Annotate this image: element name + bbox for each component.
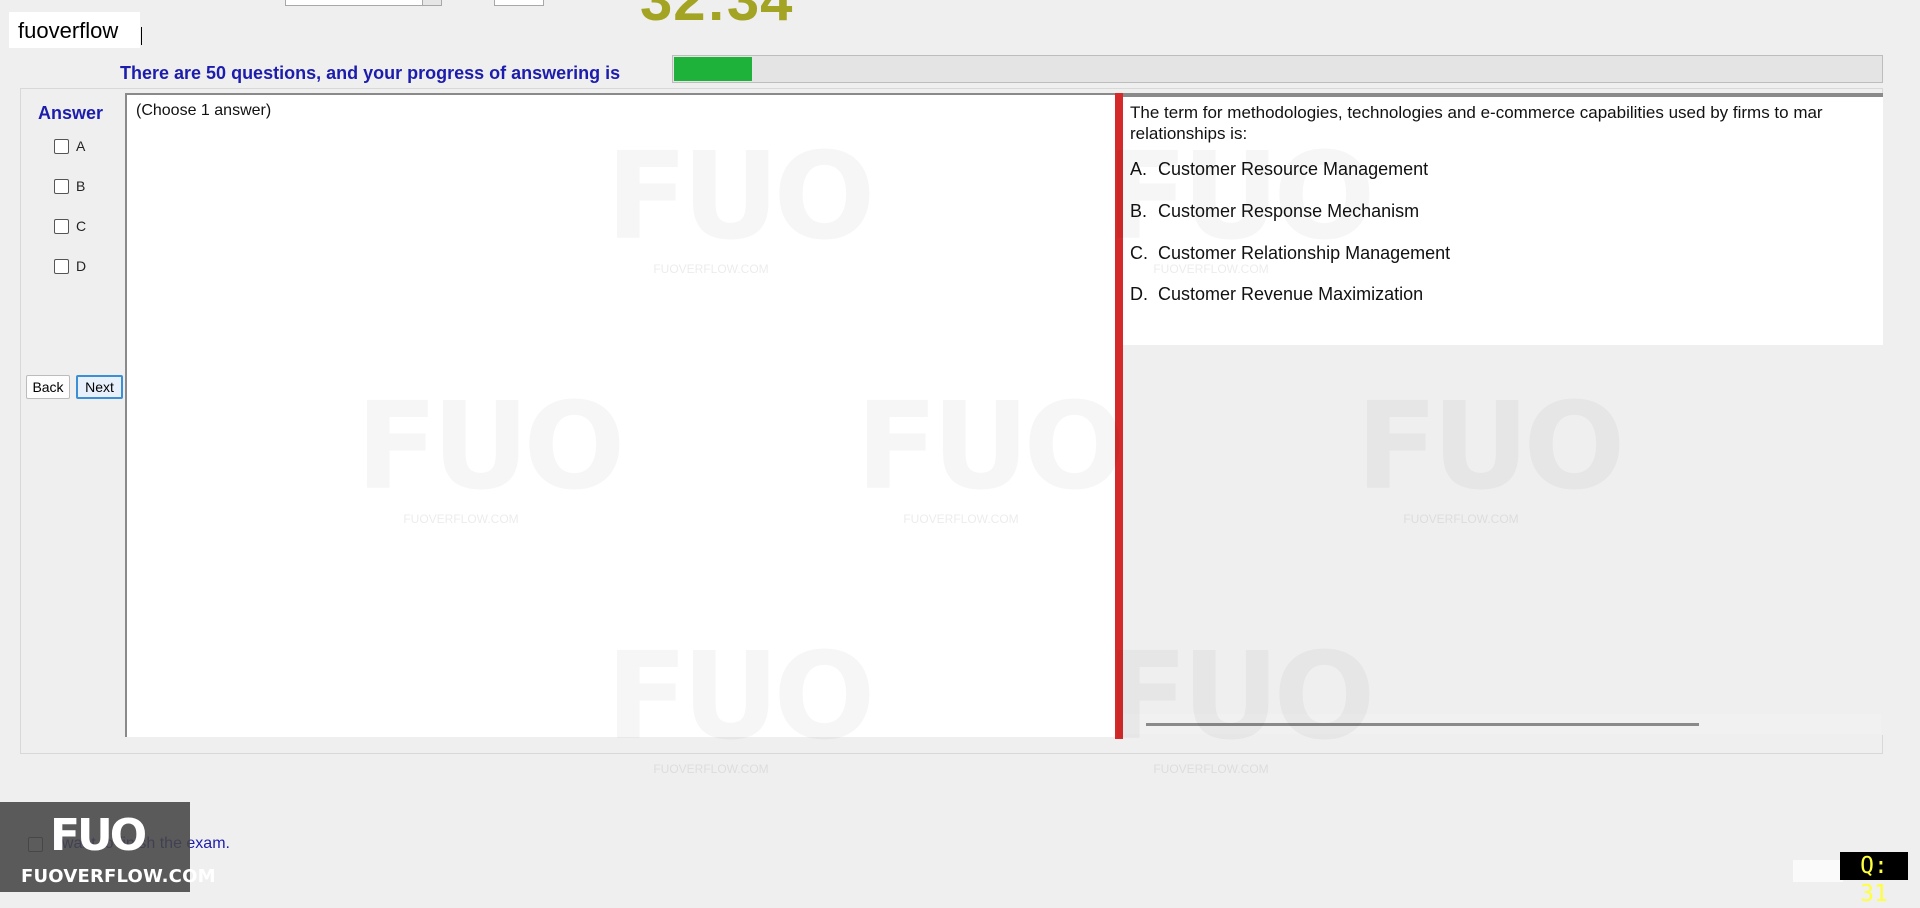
progress-bar (672, 55, 1883, 83)
countdown-timer: 32:34 (640, 0, 794, 33)
choose-hint: (Choose 1 answer) (136, 102, 272, 119)
chevron-down-icon[interactable] (422, 0, 441, 5)
logo-mark: FUO (50, 810, 147, 861)
question-option-c: C. Customer Relationship Management (1130, 243, 1450, 264)
question-text-line: The term for methodologies, technologies… (1130, 103, 1823, 122)
answer-title: Answer (38, 103, 104, 123)
option-text: Customer Resource Management (1158, 159, 1429, 179)
answer-option-label: B (76, 178, 86, 194)
scrollbar-thumb[interactable] (1146, 723, 1699, 726)
exam-code-combobox[interactable] (285, 0, 442, 6)
answer-option-label: C (76, 218, 87, 234)
question-option-d: D. Customer Revenue Maximization (1130, 284, 1423, 305)
image-pane (1123, 345, 1883, 735)
option-letter: C. (1130, 243, 1148, 263)
checkbox[interactable] (54, 178, 69, 194)
logo-text: FUOVERFLOW.COM (21, 866, 216, 887)
question-number-badge: Q: 31 (1840, 852, 1908, 907)
answer-option-a[interactable]: A (54, 138, 85, 154)
text-caret (141, 27, 142, 45)
checkbox[interactable] (54, 258, 69, 274)
next-button[interactable]: Next (76, 375, 123, 399)
option-text: Customer Response Mechanism (1158, 201, 1420, 221)
answer-option-c[interactable]: C (54, 218, 86, 234)
question-option-b: B. Customer Response Mechanism (1130, 201, 1419, 222)
answer-option-b[interactable]: B (54, 178, 85, 194)
back-button[interactable]: Back (26, 375, 70, 399)
question-option-a: A. Customer Resource Management (1130, 159, 1428, 180)
question-text: The term for methodologies, technologies… (1130, 102, 1883, 144)
option-letter: A. (1130, 159, 1148, 179)
progress-label: There are 50 questions, and your progres… (120, 63, 621, 83)
pane-splitter[interactable] (1115, 93, 1123, 739)
answer-option-label: A (76, 138, 86, 154)
question-pane: The term for methodologies, technologies… (1123, 93, 1883, 345)
question-text-line: relationships is: (1130, 124, 1248, 143)
site-label: fuoverflow (9, 12, 140, 48)
font-size-field[interactable] (494, 0, 544, 6)
progress-bar-fill (674, 57, 752, 81)
checkbox[interactable] (54, 218, 69, 234)
answer-text-pane[interactable]: (Choose 1 answer) (125, 93, 1115, 737)
checkbox[interactable] (54, 138, 69, 154)
option-text: Customer Revenue Maximization (1158, 284, 1424, 304)
option-letter: D. (1130, 284, 1148, 304)
option-text: Customer Relationship Management (1158, 243, 1451, 263)
fuoverflow-logo: FUO FUOVERFLOW.COM (0, 802, 216, 892)
badge-backdrop (1793, 860, 1843, 882)
answer-option-d[interactable]: D (54, 258, 86, 274)
answer-option-label: D (76, 258, 87, 274)
option-letter: B. (1130, 201, 1148, 221)
